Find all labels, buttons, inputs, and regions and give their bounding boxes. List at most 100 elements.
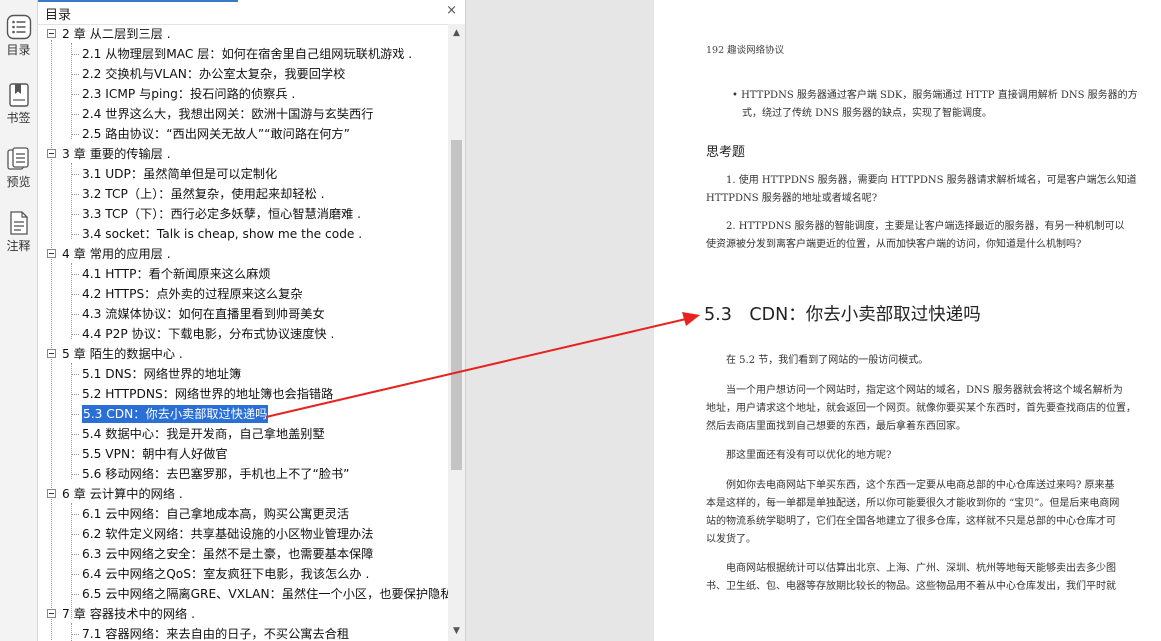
collapse-toggle-icon[interactable] bbox=[47, 609, 56, 618]
toc-section-item[interactable]: 2.1 从物理层到MAC 层：如何在宿舍里自己组网玩联机游戏 . bbox=[38, 44, 448, 64]
toc-section-item[interactable]: 2.5 路由协议：“西出网关无故人”“敢问路在何方” bbox=[38, 124, 448, 144]
toc-item-label: 5.5 VPN：朝中有人好做官 bbox=[82, 447, 228, 461]
toc-section-item[interactable]: 3.2 TCP（上）：虽然复杂，使用起来却轻松 . bbox=[38, 184, 448, 204]
toc-panel: 目录 × 2 章 从二层到三层 . 2.1 从物理层到MAC 层：如何在宿舍里自己… bbox=[38, 0, 466, 641]
text-line: 本是这样的，每一单都是单独配送，所以你可能要很久才能收到你的 “宝贝”。但是后来… bbox=[706, 498, 1120, 509]
toc-section-item[interactable]: 6.1 云中网络：自己拿地成本高，购买公寓更灵活 bbox=[38, 504, 448, 524]
toc-item-label: 3.4 socket：Talk is cheap, show me the co… bbox=[82, 227, 363, 241]
collapse-toggle-icon[interactable] bbox=[47, 29, 56, 38]
tree-connector bbox=[71, 334, 79, 335]
toc-chapter-item[interactable]: 7 章 容器技术中的网络 . bbox=[38, 604, 448, 624]
collapse-toggle-icon[interactable] bbox=[47, 349, 56, 358]
text-line: 电商网站根据统计可以估算出北京、上海、广州、深圳、杭州等地每天能够卖出去多少图 bbox=[726, 563, 1116, 574]
tree-connector bbox=[71, 374, 79, 375]
toc-item-label: 2.5 路由协议：“西出网关无故人”“敢问路在何方” bbox=[82, 127, 350, 141]
toc-section-item[interactable]: 5.3 CDN：你去小卖部取过快递吗 bbox=[38, 404, 448, 424]
toc-item-label: 4.4 P2P 协议：下载电影，分布式协议速度快 . bbox=[82, 327, 335, 341]
toc-scrollbar[interactable]: ▲ ▼ bbox=[448, 24, 465, 641]
text-line: 当一个用户想访问一个网站时，指定这个网站的域名，DNS 服务器就会将这个域名解析… bbox=[726, 385, 1123, 396]
toc-panel-header: 目录 × bbox=[38, 0, 465, 25]
scroll-up-arrow-icon[interactable]: ▲ bbox=[448, 26, 465, 41]
toc-item-label: 3 章 重要的传输层 . bbox=[62, 147, 171, 161]
toc-section-item[interactable]: 5.1 DNS：网络世界的地址簿 bbox=[38, 364, 448, 384]
rail-annotation-label: 注释 bbox=[6, 239, 31, 253]
toc-section-item[interactable]: 5.6 移动网络：去巴塞罗那，手机也上不了“脸书” bbox=[38, 464, 448, 484]
toc-section-item[interactable]: 4.2 HTTPS：点外卖的过程原来这么复杂 bbox=[38, 284, 448, 304]
question-1: 1. 使用 HTTPDNS 服务器，需要向 HTTPDNS 服务器请求解析域名，… bbox=[706, 172, 1137, 208]
collapse-toggle-icon[interactable] bbox=[47, 489, 56, 498]
toc-section-item[interactable]: 2.4 世界这么大，我想出网关：欧洲十国游与玄奘西行 bbox=[38, 104, 448, 124]
bookmark-icon bbox=[8, 83, 29, 107]
toc-chapter-item[interactable]: 4 章 常用的应用层 . bbox=[38, 244, 448, 264]
toc-section-item[interactable]: 5.4 数据中心：我是开发商，自己拿地盖别墅 bbox=[38, 424, 448, 444]
text-line: 例如你去电商网站下单买东西，这个东西一定要从电商总部的中心仓库送过来吗? 原来基 bbox=[726, 480, 1115, 491]
toc-section-item[interactable]: 7.1 容器网络：来去自由的日子，不买公寓去合租 bbox=[38, 624, 448, 641]
tree-connector bbox=[71, 414, 79, 415]
document-page: 192 趣谈网络协议 • HTTPDNS 服务器通过客户端 SDK，服务端通过 … bbox=[654, 0, 1161, 641]
toc-section-item[interactable]: 6.3 云中网络之安全：虽然不是土豪，也需要基本保障 bbox=[38, 544, 448, 564]
paragraph-2: 当一个用户想访问一个网站时，指定这个网站的域名，DNS 服务器就会将这个域名解析… bbox=[706, 382, 1136, 436]
close-icon[interactable]: × bbox=[446, 3, 457, 18]
collapse-toggle-icon[interactable] bbox=[47, 149, 56, 158]
text-line: 然后去商店里面找到自己想要的东西，最后拿着东西回家。 bbox=[706, 421, 966, 432]
section-title: CDN：你去小卖部取过快递吗 bbox=[749, 305, 981, 325]
toc-section-item[interactable]: 4.4 P2P 协议：下载电影，分布式协议速度快 . bbox=[38, 324, 448, 344]
text-line: 站的物流系统学聪明了，它们在全国各地建立了很多仓库，这样就不只是总部的中心仓库才… bbox=[706, 516, 1116, 527]
sidebar-rail: 目录 书签 预览 注释 bbox=[0, 0, 38, 641]
toc-section-item[interactable]: 3.4 socket：Talk is cheap, show me the co… bbox=[38, 224, 448, 244]
toc-item-label: 5.3 CDN：你去小卖部取过快递吗 bbox=[82, 405, 269, 423]
scroll-thumb[interactable] bbox=[451, 140, 462, 470]
tree-connector bbox=[71, 434, 79, 435]
running-head: 192 趣谈网络协议 bbox=[706, 45, 785, 56]
toc-section-item[interactable]: 6.4 云中网络之QoS：室友疯狂下电影，我该怎么办 . bbox=[38, 564, 448, 584]
toc-item-label: 4.3 流媒体协议：如何在直播里看到帅哥美女 bbox=[82, 307, 325, 321]
toc-section-item[interactable]: 2.2 交换机与VLAN：办公室太复杂，我要回学校 bbox=[38, 64, 448, 84]
toc-item-label: 6.4 云中网络之QoS：室友疯狂下电影，我该怎么办 . bbox=[82, 567, 370, 581]
toc-section-item[interactable]: 6.5 云中网络之隔离GRE、VXLAN：虽然住一个小区，也要保护隐私 bbox=[38, 584, 448, 604]
toc-chapter-item[interactable]: 3 章 重要的传输层 . bbox=[38, 144, 448, 164]
paragraph-3: 那这里面还有没有可以优化的地方呢? bbox=[706, 447, 891, 465]
toc-section-item[interactable]: 6.2 软件定义网络：共享基础设施的小区物业管理办法 bbox=[38, 524, 448, 544]
tree-connector bbox=[71, 534, 79, 535]
rail-preview-label: 预览 bbox=[6, 175, 31, 189]
rail-toc[interactable]: 目录 bbox=[0, 14, 37, 58]
rail-bookmark[interactable]: 书签 bbox=[0, 82, 37, 126]
scroll-down-arrow-icon[interactable]: ▼ bbox=[448, 624, 465, 639]
text-line: 使资源被分发到离客户端更近的位置，从而加快客户端的访问，你知道是什么机制吗? bbox=[706, 239, 1082, 250]
toc-item-label: 6.1 云中网络：自己拿地成本高，购买公寓更灵活 bbox=[82, 507, 350, 521]
toc-section-item[interactable]: 4.1 HTTP：看个新闻原来这么麻烦 bbox=[38, 264, 448, 284]
tree-connector bbox=[71, 394, 79, 395]
rail-preview[interactable]: 预览 bbox=[0, 146, 37, 190]
toc-chapter-item[interactable]: 5 章 陌生的数据中心 . bbox=[38, 344, 448, 364]
toc-item-label: 2.1 从物理层到MAC 层：如何在宿舍里自己组网玩联机游戏 . bbox=[82, 47, 413, 61]
toc-section-item[interactable]: 5.5 VPN：朝中有人好做官 bbox=[38, 444, 448, 464]
toc-chapter-item[interactable]: 6 章 云计算中的网络 . bbox=[38, 484, 448, 504]
toc-item-label: 6 章 云计算中的网络 . bbox=[62, 487, 183, 501]
toc-item-label: 4.2 HTTPS：点外卖的过程原来这么复杂 bbox=[82, 287, 303, 301]
toc-section-item[interactable]: 5.2 HTTPDNS：网络世界的地址簿也会指错路 bbox=[38, 384, 448, 404]
toc-item-label: 2.2 交换机与VLAN：办公室太复杂，我要回学校 bbox=[82, 67, 346, 81]
toc-section-item[interactable]: 4.3 流媒体协议：如何在直播里看到帅哥美女 bbox=[38, 304, 448, 324]
toc-item-label: 2 章 从二层到三层 . bbox=[62, 27, 171, 41]
rail-annotation[interactable]: 注释 bbox=[0, 210, 37, 254]
toc-icon bbox=[6, 14, 31, 40]
toc-section-item[interactable]: 2.3 ICMP 与ping：投石问路的侦察兵 . bbox=[38, 84, 448, 104]
tree-connector bbox=[71, 234, 79, 235]
toc-item-label: 3.3 TCP（下）：西行必定多妖孽，恒心智慧消磨难 . bbox=[82, 207, 362, 221]
toc-chapter-item[interactable]: 2 章 从二层到三层 . bbox=[38, 24, 448, 44]
toc-item-label: 4.1 HTTP：看个新闻原来这么麻烦 bbox=[82, 267, 271, 281]
tree-connector bbox=[71, 514, 79, 515]
text-line: 2. HTTPDNS 服务器的智能调度，主要是让客户端选择最近的服务器，有另一种… bbox=[726, 221, 1125, 232]
text-line: 1. 使用 HTTPDNS 服务器，需要向 HTTPDNS 服务器请求解析域名，… bbox=[726, 175, 1137, 186]
tree-connector bbox=[71, 594, 79, 595]
rail-bookmark-label: 书签 bbox=[6, 111, 31, 125]
collapse-toggle-icon[interactable] bbox=[47, 249, 56, 258]
toc-item-label: 5.6 移动网络：去巴塞罗那，手机也上不了“脸书” bbox=[82, 467, 350, 481]
tree-connector bbox=[71, 134, 79, 135]
tree-connector bbox=[71, 274, 79, 275]
tree-connector bbox=[71, 94, 79, 95]
toc-section-item[interactable]: 3.3 TCP（下）：西行必定多妖孽，恒心智慧消磨难 . bbox=[38, 204, 448, 224]
toc-item-label: 2.3 ICMP 与ping：投石问路的侦察兵 . bbox=[82, 87, 296, 101]
tree-connector bbox=[71, 294, 79, 295]
toc-section-item[interactable]: 3.1 UDP：虽然简单但是可以定制化 bbox=[38, 164, 448, 184]
